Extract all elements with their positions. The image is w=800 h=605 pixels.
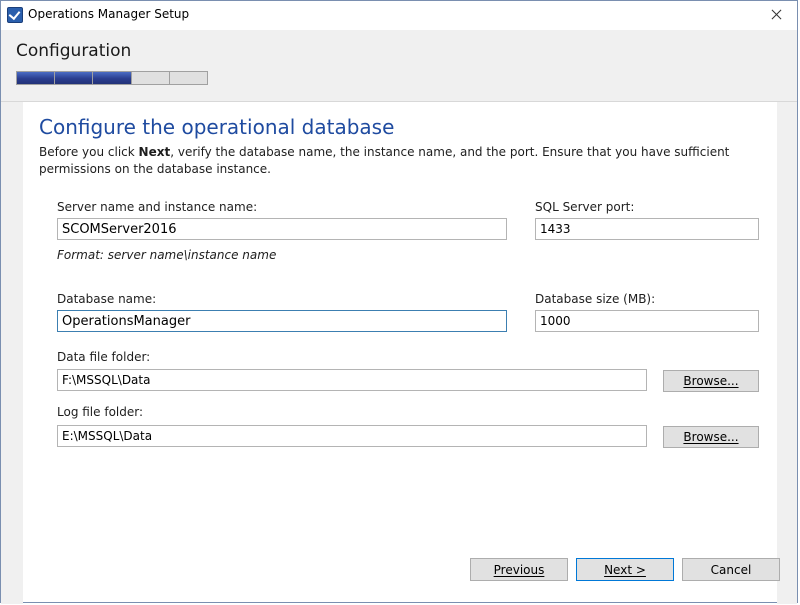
intro-text-bold: Next: [138, 145, 171, 159]
progress-segment: [132, 72, 170, 84]
title-bar[interactable]: Operations Manager Setup: [1, 1, 797, 30]
browse-log-folder-button[interactable]: Browse...: [663, 426, 759, 448]
server-format-hint: Format: server name\instance name: [57, 248, 277, 262]
database-size-input[interactable]: [535, 310, 759, 332]
intro-text-start: Before you click: [39, 145, 139, 159]
data-file-folder-label: Data file folder:: [57, 350, 151, 364]
database-name-label: Database name:: [57, 292, 157, 306]
server-name-label: Server name and instance name:: [57, 200, 258, 214]
stage-title: Configuration: [16, 41, 132, 61]
cancel-button[interactable]: Cancel: [682, 558, 780, 581]
right-margin: [777, 102, 797, 604]
previous-button[interactable]: Previous: [470, 558, 568, 581]
progress-segment: [93, 72, 132, 84]
browse-data-folder-button[interactable]: Browse...: [663, 370, 759, 392]
window-title: Operations Manager Setup: [28, 7, 190, 21]
progress-segment: [55, 72, 94, 84]
server-name-input[interactable]: [57, 218, 507, 240]
wizard-progress-bar: [16, 71, 208, 85]
log-file-folder-input[interactable]: [57, 425, 647, 447]
sql-port-label: SQL Server port:: [535, 200, 635, 214]
next-button[interactable]: Next >: [576, 558, 674, 581]
page-heading: Configure the operational database: [39, 115, 395, 139]
progress-segment: [17, 72, 56, 84]
log-file-folder-label: Log file folder:: [57, 405, 144, 419]
setup-app-icon: [7, 7, 23, 23]
close-icon[interactable]: [757, 1, 795, 29]
sql-port-input[interactable]: [535, 218, 759, 240]
progress-segment: [170, 72, 207, 84]
wizard-header: Configuration: [1, 30, 797, 102]
intro-text: Before you click Next, verify the databa…: [39, 144, 779, 178]
left-margin: [1, 102, 23, 604]
setup-window: Operations Manager Setup Configuration C…: [0, 0, 798, 604]
database-size-label: Database size (MB):: [535, 292, 656, 306]
wizard-content: Configure the operational database Befor…: [1, 102, 797, 604]
database-name-input[interactable]: [57, 310, 507, 332]
data-file-folder-input[interactable]: [57, 369, 647, 391]
